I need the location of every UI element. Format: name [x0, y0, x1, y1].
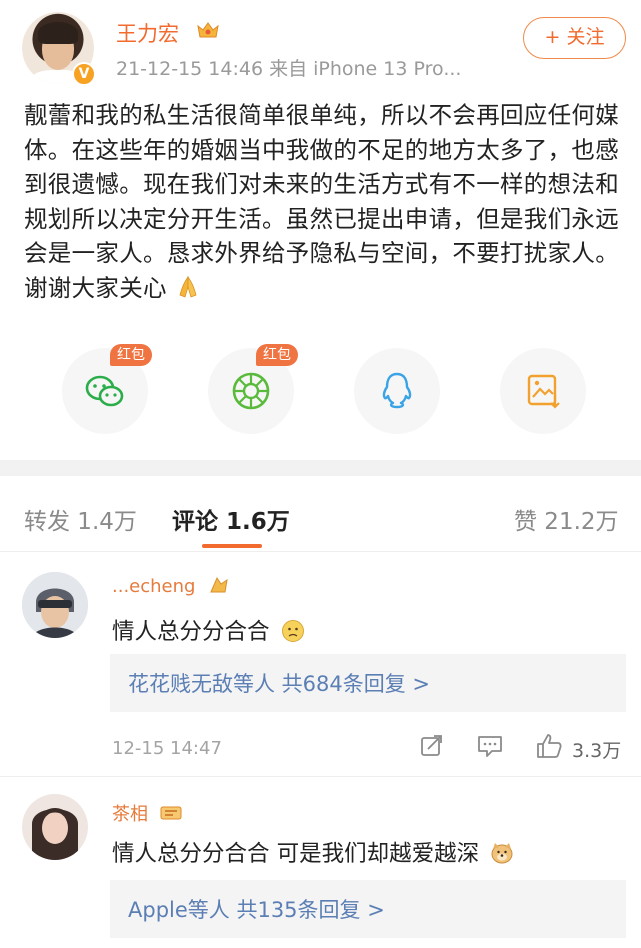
medal-icon — [210, 576, 228, 593]
slight-frown-face-icon — [281, 620, 304, 642]
comment-text: 情人总分分合合 可是我们却越爱越深 — [112, 836, 514, 868]
verified-badge-icon: V — [72, 62, 96, 86]
tab-comments[interactable]: 评论 1.6万 — [172, 502, 290, 536]
post-body: 靓蕾和我的私生活很简单很单纯，所以不会再回应任何媒体。在这些年的婚姻当中我做的不… — [24, 98, 624, 305]
crown-icon — [197, 22, 219, 38]
red-packet-badge: 红包 — [256, 344, 298, 366]
like-count: 3.3万 — [572, 740, 622, 762]
post-header: V 王力宏 21-12-15 14:46 来自 iPhone 13 Pro...… — [0, 0, 641, 90]
follow-button[interactable]: + 关注 — [523, 17, 626, 59]
interaction-tabs: 转发 1.4万 评论 1.6万 赞 21.2万 — [0, 476, 641, 552]
comment-text: 情人总分分合合 — [112, 614, 305, 646]
comment-time: 12-15 14:47 — [112, 738, 222, 759]
image-download-icon — [527, 374, 560, 409]
qq-share-button[interactable] — [354, 348, 440, 434]
post-meta: 21-12-15 14:46 来自 iPhone 13 Pro... — [116, 58, 462, 80]
member-badge-icon — [160, 806, 182, 820]
reply-summary[interactable]: Apple等人 共135条回复 > — [110, 880, 626, 938]
commenter-avatar[interactable] — [22, 794, 88, 860]
moments-icon — [232, 372, 270, 410]
active-tab-indicator — [202, 544, 262, 548]
red-packet-badge: 红包 — [110, 344, 152, 366]
doge-face-icon — [491, 843, 513, 864]
comment-item: 茶相 情人总分分合合 可是我们却越爱越深 Apple等人 共135条回复 > — [0, 790, 641, 948]
like-icon[interactable] — [535, 732, 563, 760]
comment-item: ...echeng 情人总分分合合 花花贱无敌等人 共684条回复 > 12-1… — [0, 566, 641, 772]
author-name[interactable]: 王力宏 — [116, 18, 179, 48]
repost-icon[interactable] — [420, 734, 444, 758]
share-row: 红包 红包 — [0, 344, 641, 438]
moments-share-button[interactable]: 红包 — [208, 344, 298, 434]
tab-likes[interactable]: 赞 21.2万 — [514, 502, 619, 536]
comment-icon[interactable] — [477, 734, 503, 758]
commenter-avatar[interactable] — [22, 572, 88, 638]
wechat-share-button[interactable]: 红包 — [62, 344, 152, 434]
wechat-icon — [85, 375, 124, 407]
comment-separator — [0, 776, 641, 777]
commenter-name[interactable]: ...echeng — [112, 574, 231, 597]
reply-summary[interactable]: 花花贱无敌等人 共684条回复 > — [110, 654, 626, 712]
commenter-name[interactable]: 茶相 — [112, 800, 182, 826]
pray-hands-icon — [179, 275, 197, 298]
qq-icon — [382, 372, 412, 409]
section-divider — [0, 460, 641, 476]
post-text: 靓蕾和我的私生活很简单很单纯，所以不会再回应任何媒体。在这些年的婚姻当中我做的不… — [24, 101, 619, 302]
save-image-button[interactable] — [500, 348, 586, 434]
tab-repost[interactable]: 转发 1.4万 — [24, 502, 137, 536]
